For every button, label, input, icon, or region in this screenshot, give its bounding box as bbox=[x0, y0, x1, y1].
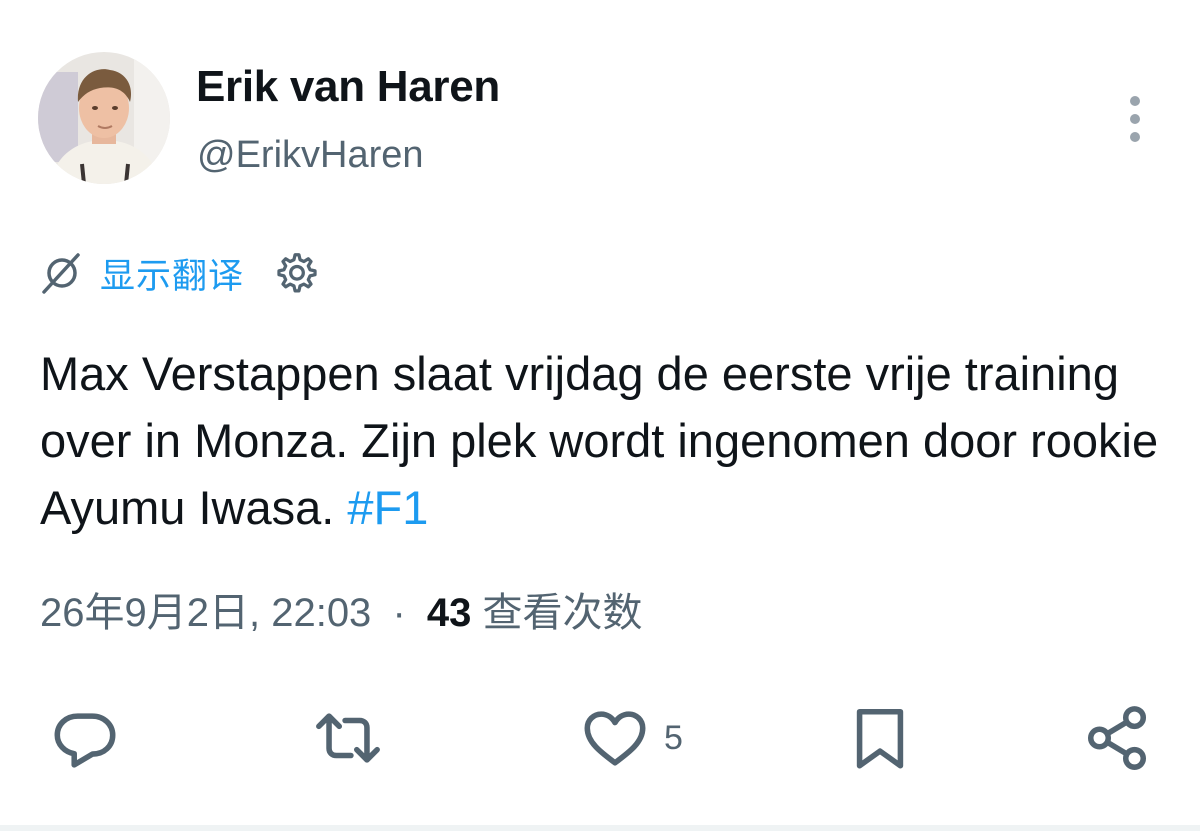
tweet-text-content: Max Verstappen slaat vrijdag de eerste v… bbox=[40, 347, 1159, 534]
action-bar: 5 bbox=[0, 700, 1200, 780]
views-label: 查看次数 bbox=[482, 591, 643, 635]
like-count: 5 bbox=[664, 718, 683, 757]
hashtag-link[interactable]: #F1 bbox=[347, 481, 428, 534]
avatar[interactable] bbox=[38, 52, 170, 184]
avatar-image bbox=[38, 52, 170, 184]
more-vertical-icon-dot bbox=[1130, 132, 1140, 142]
bookmark-icon bbox=[856, 708, 904, 769]
tweet-text: Max Verstappen slaat vrijdag de eerste v… bbox=[40, 340, 1170, 541]
show-translation-link[interactable]: 显示翻译 bbox=[100, 248, 244, 299]
tweet-timestamp[interactable]: 26年9月2日, 22:03 bbox=[40, 591, 371, 635]
views-count: 43 bbox=[426, 591, 472, 635]
share-icon bbox=[1087, 706, 1147, 770]
retweet-button[interactable] bbox=[313, 700, 383, 776]
more-vertical-icon-dot bbox=[1130, 114, 1140, 124]
gear-icon[interactable] bbox=[274, 250, 320, 296]
reply-button[interactable] bbox=[50, 700, 120, 776]
translate-row: 显示翻译 bbox=[38, 246, 320, 300]
retweet-icon bbox=[316, 713, 380, 763]
translate-globe-icon bbox=[42, 253, 80, 294]
tweet-card: Erik van Haren @ErikvHaren 显示翻译 Max Vers… bbox=[0, 0, 1200, 831]
heart-icon bbox=[584, 711, 646, 766]
like-button[interactable]: 5 bbox=[580, 700, 683, 776]
more-options-button[interactable] bbox=[1117, 96, 1153, 142]
author-name[interactable]: Erik van Haren bbox=[196, 62, 500, 112]
author-handle[interactable]: @ErikvHaren bbox=[197, 134, 424, 177]
bookmark-button[interactable] bbox=[845, 700, 915, 776]
meta-separator: · bbox=[392, 591, 406, 635]
share-button[interactable] bbox=[1082, 700, 1152, 776]
reply-icon bbox=[54, 713, 116, 768]
divider bbox=[0, 825, 1200, 831]
more-vertical-icon bbox=[1130, 96, 1140, 106]
tweet-meta: 26年9月2日, 22:03 · 43 查看次数 bbox=[40, 580, 643, 638]
